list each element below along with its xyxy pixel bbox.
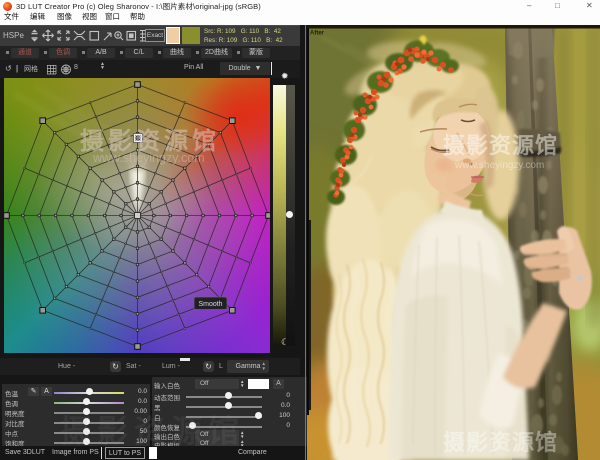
svg-text:After: After [310, 31, 325, 37]
svg-text:www.sheyingzy.com: www.sheyingzy.com [92, 151, 205, 165]
svg-text:摄影资源馆: 摄影资源馆 [443, 133, 558, 158]
svg-text:Smooth: Smooth [198, 301, 222, 308]
svg-text:www.sheyingzy.com: www.sheyingzy.com [454, 160, 544, 171]
svg-text:摄影资源馆: 摄影资源馆 [443, 430, 558, 455]
